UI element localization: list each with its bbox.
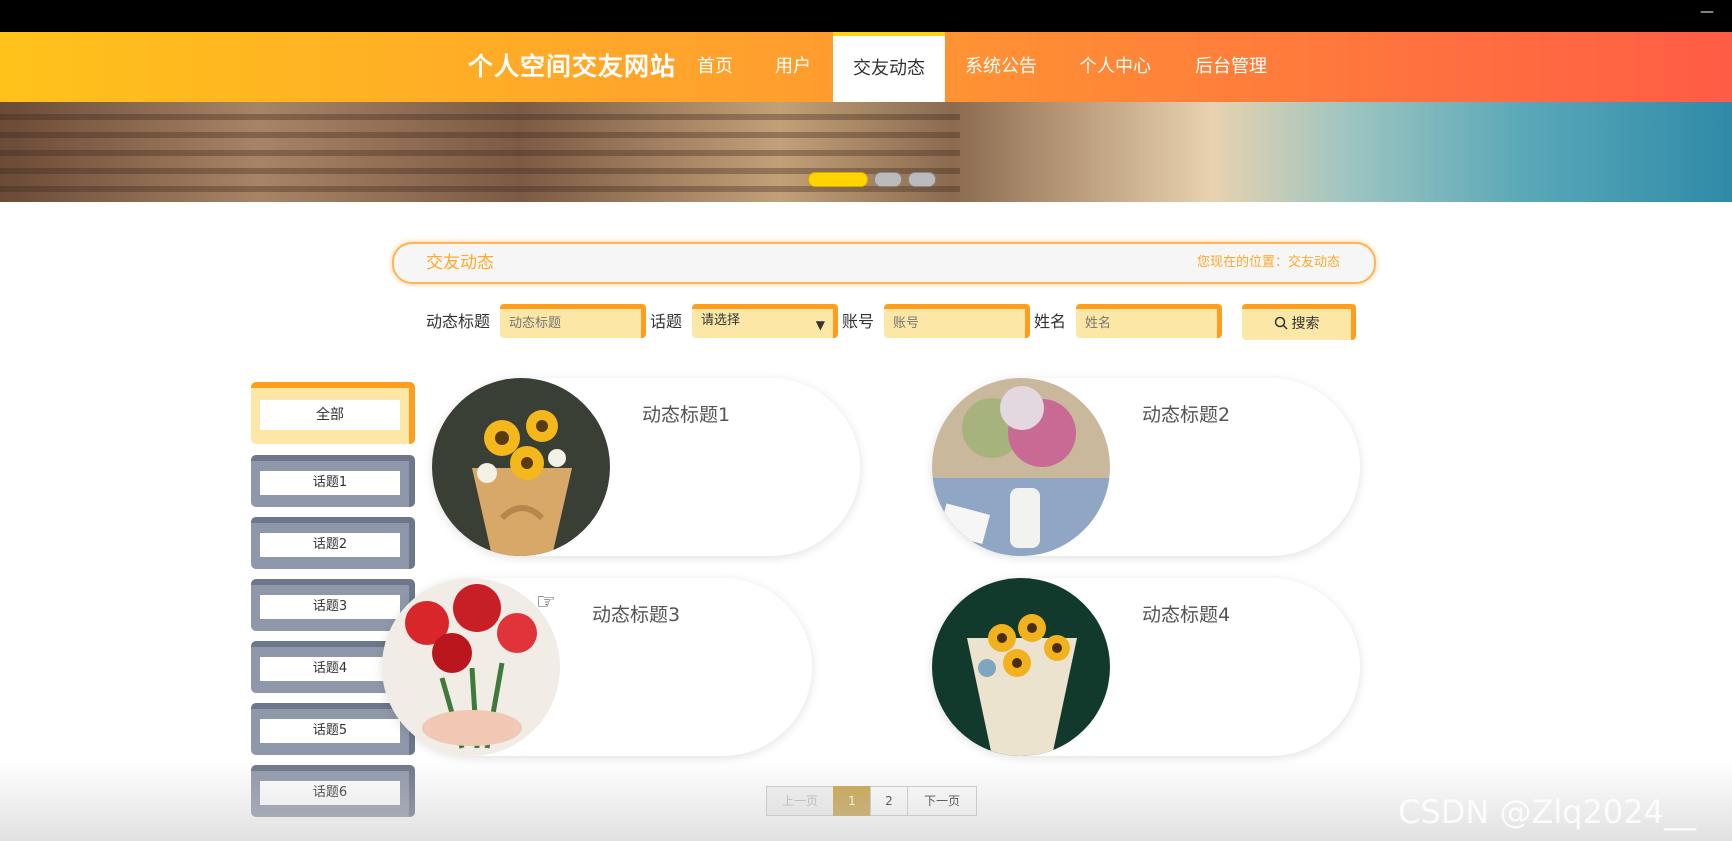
page-2-button[interactable]: 2 [870, 786, 908, 816]
location-text: 您现在的位置：交友动态 [1196, 255, 1340, 270]
name-input[interactable] [1076, 304, 1222, 338]
breadcrumb: 交友动态 您现在的位置：交友动态 [392, 242, 1376, 284]
topic-label: 话题 [650, 312, 683, 331]
banner-texture [0, 114, 960, 120]
watermark: CSDN @Zlq2024__ [1398, 793, 1696, 831]
post-title[interactable]: 动态标题1 [642, 400, 730, 427]
post-card[interactable]: 动态标题2 [932, 378, 1360, 556]
nav-admin[interactable]: 后台管理 [1190, 32, 1272, 102]
site-title[interactable]: 个人空间交友网站 [468, 32, 676, 102]
sidebar-item-label: 话题3 [260, 595, 400, 619]
nav-users[interactable]: 用户 [768, 32, 818, 102]
carousel-dot-3[interactable] [908, 172, 936, 187]
title-input[interactable] [500, 304, 646, 338]
sidebar-item-all[interactable]: 全部 [251, 382, 415, 444]
prev-page-button[interactable]: 上一页 [766, 786, 834, 816]
post-image[interactable] [932, 578, 1110, 756]
nav-profile[interactable]: 个人中心 [1074, 32, 1156, 102]
chevron-down-icon: ▼ [815, 318, 825, 332]
nav-home[interactable]: 首页 [690, 32, 740, 102]
post-card[interactable]: 动态标题3 [382, 578, 812, 756]
post-image[interactable] [932, 378, 1110, 556]
next-page-button[interactable]: 下一页 [907, 786, 977, 816]
post-image[interactable] [382, 578, 560, 756]
carousel-dot-2[interactable] [874, 172, 902, 187]
post-title[interactable]: 动态标题2 [1142, 400, 1230, 427]
search-button-label: 搜索 [1291, 316, 1320, 332]
page-1-button[interactable]: 1 [833, 786, 871, 816]
search-icon [1274, 316, 1288, 330]
minimize-icon[interactable]: — [1700, 4, 1714, 20]
sidebar-item-label: 全部 [260, 400, 400, 430]
sidebar-item-label: 话题5 [260, 719, 400, 743]
topic-select[interactable]: 请选择 ▼ [692, 304, 838, 338]
window-top-bar: — [0, 0, 1732, 32]
banner-texture [0, 132, 960, 138]
account-label: 账号 [842, 312, 875, 331]
name-label: 姓名 [1034, 312, 1067, 331]
sidebar-item-label: 话题1 [260, 471, 400, 495]
sidebar-item-label: 话题6 [260, 781, 400, 805]
nav-social-feed[interactable]: 交友动态 [833, 32, 945, 102]
banner-texture [0, 150, 960, 156]
page-title: 交友动态 [426, 253, 494, 273]
sidebar-item-label: 话题4 [260, 657, 400, 681]
main-navbar: 个人空间交友网站 首页 用户 交友动态 系统公告 个人中心 后台管理 [0, 32, 1732, 102]
sidebar-item-label: 话题2 [260, 533, 400, 557]
post-title[interactable]: 动态标题3 [592, 600, 680, 627]
hand-cursor-icon: ☞ [536, 590, 556, 615]
sidebar-item-topic2[interactable]: 话题2 [251, 517, 415, 569]
sidebar-item-topic5[interactable]: 话题5 [251, 703, 415, 755]
post-title[interactable]: 动态标题4 [1142, 600, 1230, 627]
sidebar-item-topic1[interactable]: 话题1 [251, 455, 415, 507]
search-bar: 动态标题 话题 请选择 ▼ 账号 姓名 搜索 [0, 302, 1732, 342]
post-image[interactable] [432, 378, 610, 556]
title-label: 动态标题 [426, 312, 491, 331]
nav-announcements[interactable]: 系统公告 [960, 32, 1042, 102]
search-button[interactable]: 搜索 [1242, 304, 1356, 340]
sidebar-item-topic6[interactable]: 话题6 [251, 765, 415, 817]
post-card[interactable]: 动态标题1 [432, 378, 860, 556]
topic-select-value: 请选择 [701, 313, 741, 328]
sidebar-item-topic3[interactable]: 话题3 [251, 579, 415, 631]
account-input[interactable] [884, 304, 1030, 338]
banner-carousel [0, 102, 1732, 202]
post-card[interactable]: 动态标题4 [932, 578, 1360, 756]
carousel-dot-1[interactable] [808, 172, 868, 187]
